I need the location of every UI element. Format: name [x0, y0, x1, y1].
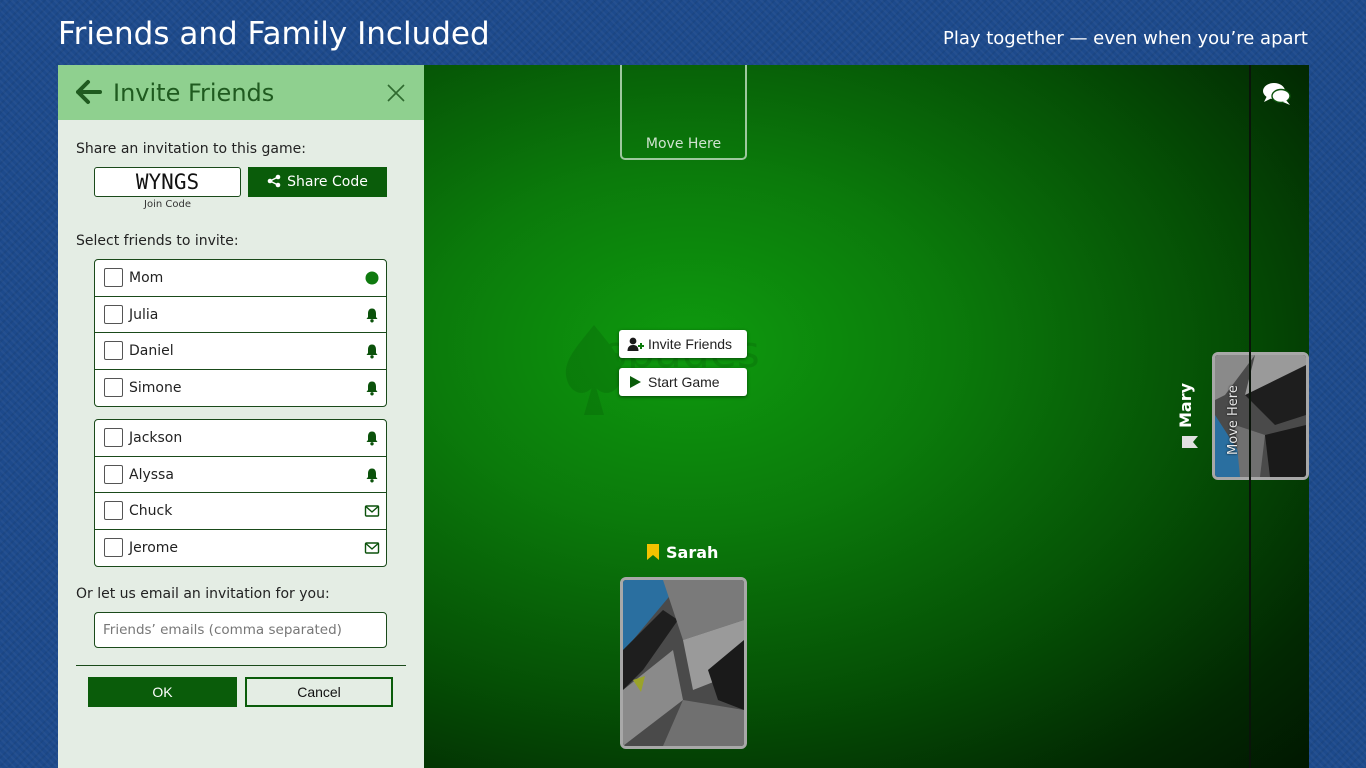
- friend-checkbox[interactable]: [104, 268, 123, 287]
- bell-icon: [366, 308, 378, 322]
- game-table: Move Here spades Invite Friends Start Ga…: [424, 65, 1309, 768]
- friend-checkbox[interactable]: [104, 537, 123, 557]
- share-prompt: Share an invitation to this game:: [76, 141, 306, 157]
- friend-checkbox[interactable]: [104, 501, 123, 520]
- friend-name: Daniel: [129, 343, 174, 359]
- banner-title: Friends and Family Included: [58, 16, 490, 52]
- table-edge: [1249, 65, 1251, 768]
- friend-row[interactable]: Alyssa: [95, 457, 386, 493]
- friend-row[interactable]: Julia: [95, 297, 386, 333]
- start-game-label: Start Game: [648, 374, 720, 390]
- friend-checkbox[interactable]: [104, 341, 123, 360]
- right-slot-label: Move Here: [1226, 385, 1241, 455]
- email-prompt: Or let us email an invitation for you:: [76, 586, 330, 602]
- bell-icon: [366, 431, 378, 446]
- online-dot-icon: [365, 271, 379, 285]
- friend-row[interactable]: Chuck: [95, 493, 386, 530]
- bell-icon: [366, 381, 378, 395]
- friend-row[interactable]: Jackson: [95, 420, 386, 457]
- friend-name: Chuck: [129, 503, 173, 519]
- envelope-icon: [364, 541, 380, 554]
- friend-group-others: Jackson Alyssa Chuck Jerome: [94, 419, 387, 567]
- top-drop-slot[interactable]: Move Here: [620, 65, 747, 160]
- friend-name: Mom: [129, 270, 164, 286]
- panel-title: Invite Friends: [113, 79, 275, 107]
- player-bottom-name: Sarah: [666, 543, 719, 562]
- add-user-icon: [627, 337, 644, 351]
- select-prompt: Select friends to invite:: [76, 233, 239, 249]
- player-right-name: Mary: [1176, 382, 1195, 428]
- invite-friends-label: Invite Friends: [648, 336, 733, 352]
- share-code-button[interactable]: Share Code: [248, 167, 387, 197]
- ok-button[interactable]: OK: [88, 677, 237, 707]
- bell-icon: [366, 468, 378, 482]
- friend-name: Simone: [129, 379, 182, 396]
- friend-row[interactable]: Mom: [95, 260, 386, 297]
- friend-name: Julia: [129, 306, 159, 323]
- friend-name: Jerome: [129, 539, 179, 556]
- share-icon: [267, 174, 281, 188]
- friends-email-input[interactable]: Friends’ emails (comma separated): [94, 612, 387, 648]
- friend-name: Jackson: [129, 430, 183, 446]
- cancel-button[interactable]: Cancel: [245, 677, 393, 707]
- bell-icon: [366, 344, 378, 359]
- play-icon: [630, 376, 641, 388]
- friend-row[interactable]: Daniel: [95, 333, 386, 370]
- join-code-field[interactable]: WYNGS: [94, 167, 241, 197]
- top-slot-label: Move Here: [645, 136, 722, 152]
- player-bottom-card[interactable]: [620, 577, 747, 749]
- invite-friends-panel: Invite Friends Share an invitation to th…: [58, 65, 424, 768]
- share-code-label: Share Code: [287, 174, 368, 190]
- divider: [76, 665, 406, 666]
- game-window: Invite Friends Share an invitation to th…: [58, 65, 1309, 768]
- friend-checkbox[interactable]: [104, 377, 123, 397]
- join-code-caption: Join Code: [144, 199, 191, 210]
- friend-checkbox[interactable]: [104, 304, 123, 324]
- bookmark-flag-icon: [1182, 436, 1198, 448]
- friend-checkbox[interactable]: [104, 464, 123, 484]
- bookmark-flag-icon: [647, 544, 659, 560]
- chat-icon[interactable]: [1262, 81, 1292, 107]
- invite-friends-button[interactable]: Invite Friends: [619, 330, 747, 358]
- start-game-button[interactable]: Start Game: [619, 368, 747, 396]
- friend-row[interactable]: Jerome: [95, 530, 386, 567]
- close-icon[interactable]: [385, 82, 407, 104]
- banner-tagline: Play together — even when you’re apart: [942, 28, 1308, 49]
- player-bottom: Sarah: [646, 543, 718, 563]
- friend-group-online: Mom Julia Daniel Simone: [94, 259, 387, 407]
- panel-header: Invite Friends: [58, 65, 424, 120]
- friend-row[interactable]: Simone: [95, 370, 386, 407]
- friend-checkbox[interactable]: [104, 428, 123, 447]
- back-arrow-icon[interactable]: [76, 79, 102, 105]
- friend-name: Alyssa: [129, 466, 174, 483]
- envelope-icon: [364, 505, 380, 517]
